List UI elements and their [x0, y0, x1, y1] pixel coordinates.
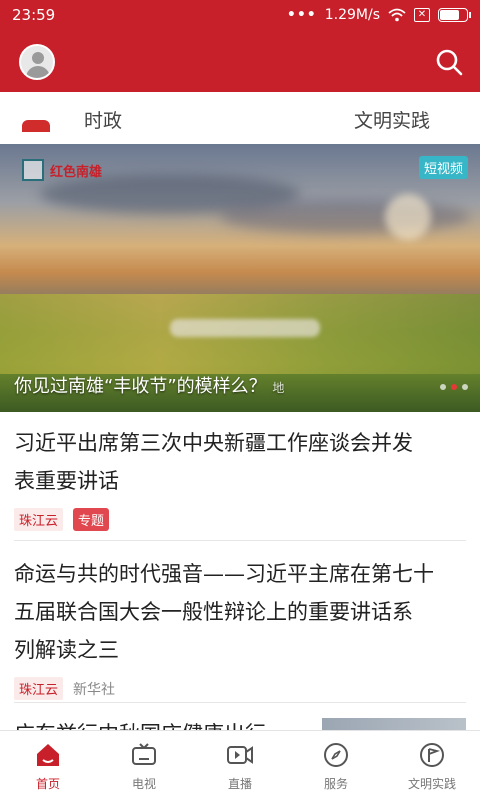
news-title-line: 命运与共的时代强音——习近平主席在第七十 — [14, 562, 434, 586]
source-tag: 珠江云 — [14, 508, 64, 531]
nav-label: 电视 — [131, 777, 156, 791]
nav-item-live[interactable]: 直播 — [192, 731, 288, 800]
battery-icon — [438, 8, 471, 22]
compass-icon — [324, 743, 348, 767]
flag-icon — [420, 743, 444, 767]
category-tabs: 时政 文明实践 — [0, 92, 480, 144]
network-speed: 1.29M/s — [324, 7, 380, 23]
nav-label: 文明实践 — [407, 777, 456, 791]
divider — [14, 540, 466, 541]
hero-banner[interactable]: 红色南雄 短视频 你见过南雄“丰收节”的模样么？ 地 — [0, 144, 480, 412]
carousel-dot[interactable] — [440, 384, 446, 390]
sim-x-icon: ✕ — [414, 8, 430, 22]
logo-emblem-icon — [22, 159, 44, 181]
status-time: 23:59 — [12, 6, 56, 24]
news-item[interactable]: 习近平出席第三次中央新疆工作座谈会并发 表重要讲话 珠江云 专题 — [0, 424, 480, 531]
tab-shizheng[interactable]: 时政 — [84, 106, 122, 133]
news-title: 命运与共的时代强音——习近平主席在第七十 五届联合国大会一般性辩论上的重要讲话系… — [14, 555, 466, 669]
avatar-icon[interactable] — [19, 44, 55, 80]
news-title: 习近平出席第三次中央新疆工作座谈会并发 表重要讲话 — [14, 424, 466, 500]
search-icon[interactable] — [435, 48, 463, 76]
hero-caption: 你见过南雄“丰收节”的模样么？ 地 — [14, 372, 284, 398]
news-title-line: 习近平出席第三次中央新疆工作座谈会并发 — [14, 431, 413, 455]
nav-item-home[interactable]: 首页 — [0, 731, 96, 800]
status-bar: 23:59 ••• 1.29M/s ✕ — [0, 0, 480, 30]
bottom-nav: 首页 电视 直播 服务 文明实践 — [0, 730, 480, 800]
carousel-dot[interactable] — [462, 384, 468, 390]
tab-wenming-shijian[interactable]: 文明实践 — [354, 106, 430, 133]
carousel-dots — [440, 384, 468, 390]
hero-logo: 红色南雄 — [22, 156, 132, 184]
carousel-dot[interactable] — [451, 384, 457, 390]
publisher-label: 新华社 — [73, 681, 116, 698]
hero-caption-suffix: 地 — [272, 381, 285, 395]
news-item[interactable]: 命运与共的时代强音——习近平主席在第七十 五届联合国大会一般性辩论上的重要讲话系… — [0, 555, 480, 700]
hero-logo-text: 红色南雄 — [50, 164, 103, 180]
app-header — [0, 30, 480, 92]
nav-item-services[interactable]: 服务 — [288, 731, 384, 800]
topic-tag[interactable]: 专题 — [73, 508, 110, 531]
short-video-badge: 短视频 — [418, 156, 468, 179]
nav-label: 直播 — [227, 777, 252, 791]
tv-icon — [132, 743, 156, 765]
nav-label: 服务 — [323, 777, 348, 791]
signal-dots-icon: ••• — [286, 7, 317, 23]
news-title-line: 五届联合国大会一般性辩论上的重要讲话系 — [14, 600, 413, 624]
news-title-line: 表重要讲话 — [14, 469, 119, 493]
home-icon — [37, 744, 59, 766]
source-tag: 珠江云 — [14, 677, 64, 700]
live-icon — [227, 746, 253, 764]
divider — [14, 702, 466, 703]
nav-label: 首页 — [35, 777, 60, 791]
nav-item-wenming-shijian[interactable]: 文明实践 — [384, 731, 480, 800]
hero-caption-text: 你见过南雄“丰收节”的模样么？ — [14, 376, 267, 397]
wifi-icon — [388, 8, 406, 22]
news-title-line: 列解读之三 — [14, 638, 119, 662]
news-tags: 珠江云 新华社 — [14, 677, 466, 700]
news-tags: 珠江云 专题 — [14, 508, 466, 531]
active-tab-marker — [22, 120, 50, 132]
nav-item-tv[interactable]: 电视 — [96, 731, 192, 800]
